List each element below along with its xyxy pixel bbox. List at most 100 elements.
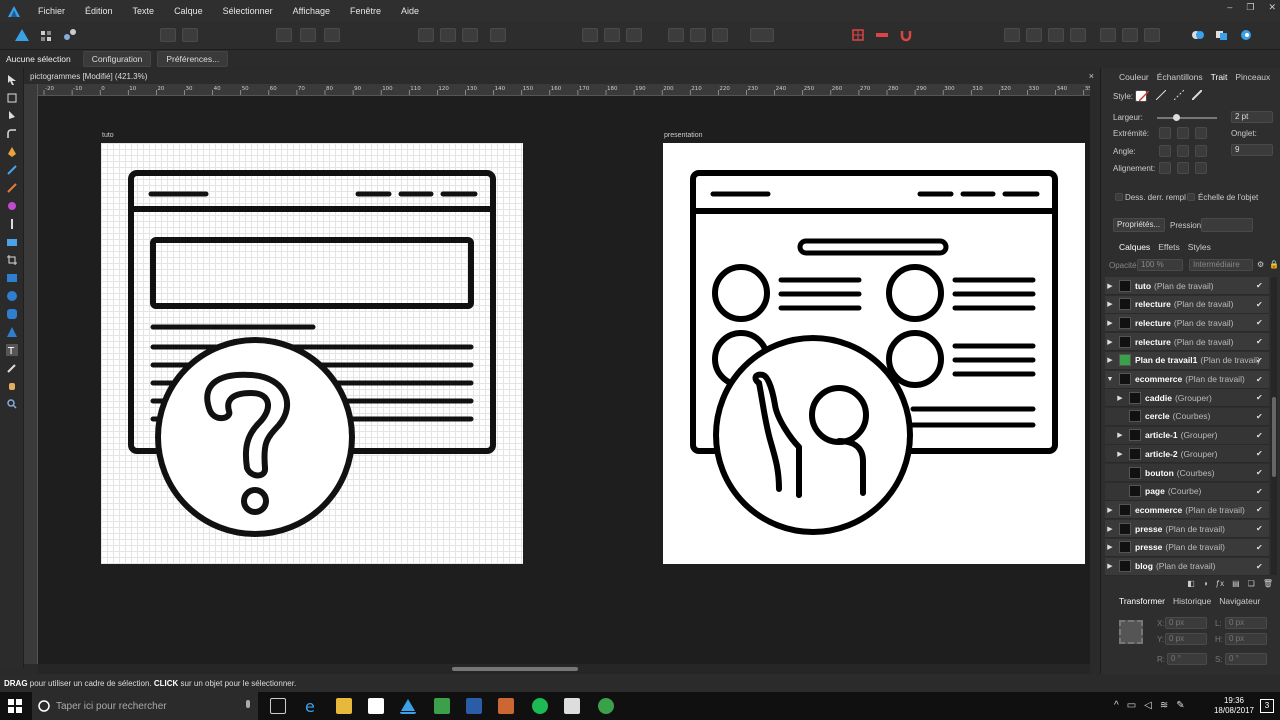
- network-icon[interactable]: ▭: [1127, 700, 1136, 711]
- configuration-button[interactable]: Configuration: [82, 50, 152, 67]
- toolbar-button[interactable]: [440, 28, 456, 42]
- visibility-checkbox[interactable]: ✔: [1256, 524, 1265, 533]
- expand-triangle-icon[interactable]: ▶: [1105, 319, 1115, 327]
- file-explorer-icon[interactable]: [336, 698, 352, 714]
- menu-item[interactable]: Fenêtre: [340, 6, 391, 16]
- layer-row[interactable]: ▶ relecture (Plan de travail) ✔: [1105, 333, 1269, 352]
- menu-item[interactable]: Affichage: [283, 6, 340, 16]
- y-field[interactable]: 0 px: [1165, 633, 1207, 645]
- transparency-tool-icon[interactable]: [6, 218, 18, 230]
- expand-triangle-icon[interactable]: ▶: [1105, 506, 1115, 514]
- fx-icon[interactable]: ƒx: [1216, 579, 1224, 591]
- align-button[interactable]: [324, 28, 340, 42]
- layer-row[interactable]: ▶ blog (Plan de travail) ✔: [1105, 557, 1269, 576]
- round-join-icon[interactable]: [1177, 145, 1189, 157]
- align-center-icon[interactable]: [1159, 162, 1171, 174]
- menu-item[interactable]: Aide: [391, 6, 429, 16]
- visibility-checkbox[interactable]: ✔: [1256, 318, 1265, 327]
- close-icon[interactable]: ✕: [1268, 2, 1276, 13]
- shear-field[interactable]: 0 °: [1225, 653, 1267, 665]
- menu-item[interactable]: Fichier: [28, 6, 75, 16]
- layer-row[interactable]: ▶ relecture (Plan de travail) ✔: [1105, 295, 1269, 314]
- taskbar-search[interactable]: Taper ici pour rechercher: [32, 692, 258, 720]
- tab-layers-panel-2[interactable]: Styles: [1188, 242, 1211, 252]
- square-cap-icon[interactable]: [1195, 127, 1207, 139]
- menu-item[interactable]: Édition: [75, 6, 123, 16]
- visibility-checkbox[interactable]: ✔: [1256, 449, 1265, 458]
- snapping-grid-icon[interactable]: [850, 28, 866, 42]
- volume-icon[interactable]: ◁: [1144, 700, 1152, 711]
- expand-triangle-icon[interactable]: ▶: [1105, 562, 1115, 570]
- width-transform-field[interactable]: 0 px: [1225, 617, 1267, 629]
- menu-item[interactable]: Calque: [164, 6, 213, 16]
- edge-icon[interactable]: e: [304, 697, 320, 716]
- opacity-field[interactable]: 100 %: [1137, 259, 1183, 271]
- triangle-tool-icon[interactable]: [6, 326, 18, 338]
- blend-mode-select[interactable]: Intermédiaire: [1189, 259, 1253, 271]
- layer-row[interactable]: ▶ ecommerce (Plan de travail) ✔: [1105, 501, 1269, 520]
- layer-row[interactable]: ▼ ecommerce (Plan de travail) ✔: [1105, 370, 1269, 389]
- store-icon[interactable]: [368, 698, 384, 714]
- visibility-checkbox[interactable]: ✔: [1256, 356, 1265, 365]
- tab-stroke-panel-2[interactable]: Trait: [1211, 72, 1228, 82]
- butt-cap-icon[interactable]: [1159, 127, 1171, 139]
- expand-triangle-icon[interactable]: ▶: [1105, 543, 1115, 551]
- toolbar-button[interactable]: [626, 28, 642, 42]
- visibility-checkbox[interactable]: ✔: [1256, 487, 1265, 496]
- add-layer-icon[interactable]: ▤: [1232, 579, 1240, 591]
- zoom-tool-icon[interactable]: [6, 398, 18, 410]
- visibility-checkbox[interactable]: ✔: [1256, 393, 1265, 402]
- boolean-subtract-icon[interactable]: [1214, 28, 1230, 42]
- close-document-icon[interactable]: ×: [1089, 71, 1094, 81]
- draw-behind-checkbox[interactable]: [1115, 193, 1123, 201]
- rectangle-tool-icon[interactable]: [6, 272, 18, 284]
- expand-triangle-icon[interactable]: ▶: [1115, 431, 1125, 439]
- visibility-checkbox[interactable]: ✔: [1256, 468, 1265, 477]
- expand-triangle-icon[interactable]: ▶: [1105, 300, 1115, 308]
- toolbar-button[interactable]: [1004, 28, 1020, 42]
- utorrent-icon[interactable]: [598, 698, 614, 714]
- expand-triangle-icon[interactable]: ▶: [1105, 338, 1115, 346]
- toolbar-button[interactable]: [418, 28, 434, 42]
- tab-stroke-panel-0[interactable]: Couleur: [1119, 72, 1149, 82]
- app-icon[interactable]: [466, 698, 482, 714]
- designer-persona-icon[interactable]: [14, 28, 30, 42]
- rotation-field[interactable]: 0 °: [1167, 653, 1207, 665]
- align-outside-icon[interactable]: [1195, 162, 1207, 174]
- expand-triangle-icon[interactable]: ▶: [1115, 394, 1125, 402]
- delete-layer-icon[interactable]: 🗑: [1263, 579, 1273, 591]
- hand-tool-icon[interactable]: [6, 380, 18, 392]
- move-tool-icon[interactable]: [6, 74, 18, 86]
- menu-item[interactable]: Texte: [123, 6, 165, 16]
- align-button[interactable]: [276, 28, 292, 42]
- ocs-app-icon[interactable]: [498, 698, 514, 714]
- visibility-checkbox[interactable]: ✔: [1256, 375, 1265, 384]
- preferences-button[interactable]: Préférences...: [157, 50, 229, 67]
- mail-icon[interactable]: [564, 698, 580, 714]
- dashed-line-icon[interactable]: [1171, 89, 1185, 102]
- crop-tool-icon[interactable]: [6, 254, 18, 266]
- properties-button[interactable]: Propriétés...: [1113, 218, 1165, 232]
- toolbar-button[interactable]: [160, 28, 176, 42]
- visibility-checkbox[interactable]: ✔: [1256, 281, 1265, 290]
- height-transform-field[interactable]: 0 px: [1225, 633, 1267, 645]
- horizontal-scrollbar[interactable]: [38, 664, 1090, 674]
- expand-triangle-icon[interactable]: ▶: [1105, 356, 1115, 364]
- tab-stroke-panel-1[interactable]: Échantillons: [1157, 72, 1203, 82]
- layers-scrollbar-thumb[interactable]: [1272, 397, 1276, 477]
- task-view-icon[interactable]: [270, 698, 286, 714]
- affinity-designer-taskbar-icon[interactable]: [400, 698, 416, 714]
- miter-join-icon[interactable]: [1159, 145, 1171, 157]
- pressure-graph[interactable]: [1201, 218, 1253, 232]
- tab-transform-panel-2[interactable]: Navigateur: [1219, 596, 1260, 606]
- lock-icon[interactable]: 🔒: [1269, 260, 1279, 269]
- toolbar-button[interactable]: [1048, 28, 1064, 42]
- artistic-text-tool-icon[interactable]: T: [6, 344, 18, 356]
- color-picker-tool-icon[interactable]: [6, 362, 18, 374]
- toolbar-button[interactable]: [668, 28, 684, 42]
- menu-item[interactable]: Sélectionner: [213, 6, 283, 16]
- bevel-join-icon[interactable]: [1195, 145, 1207, 157]
- collapse-triangle-icon[interactable]: ▼: [1105, 376, 1115, 383]
- wifi-icon[interactable]: ≋: [1160, 700, 1168, 711]
- toolbar-button[interactable]: [462, 28, 478, 42]
